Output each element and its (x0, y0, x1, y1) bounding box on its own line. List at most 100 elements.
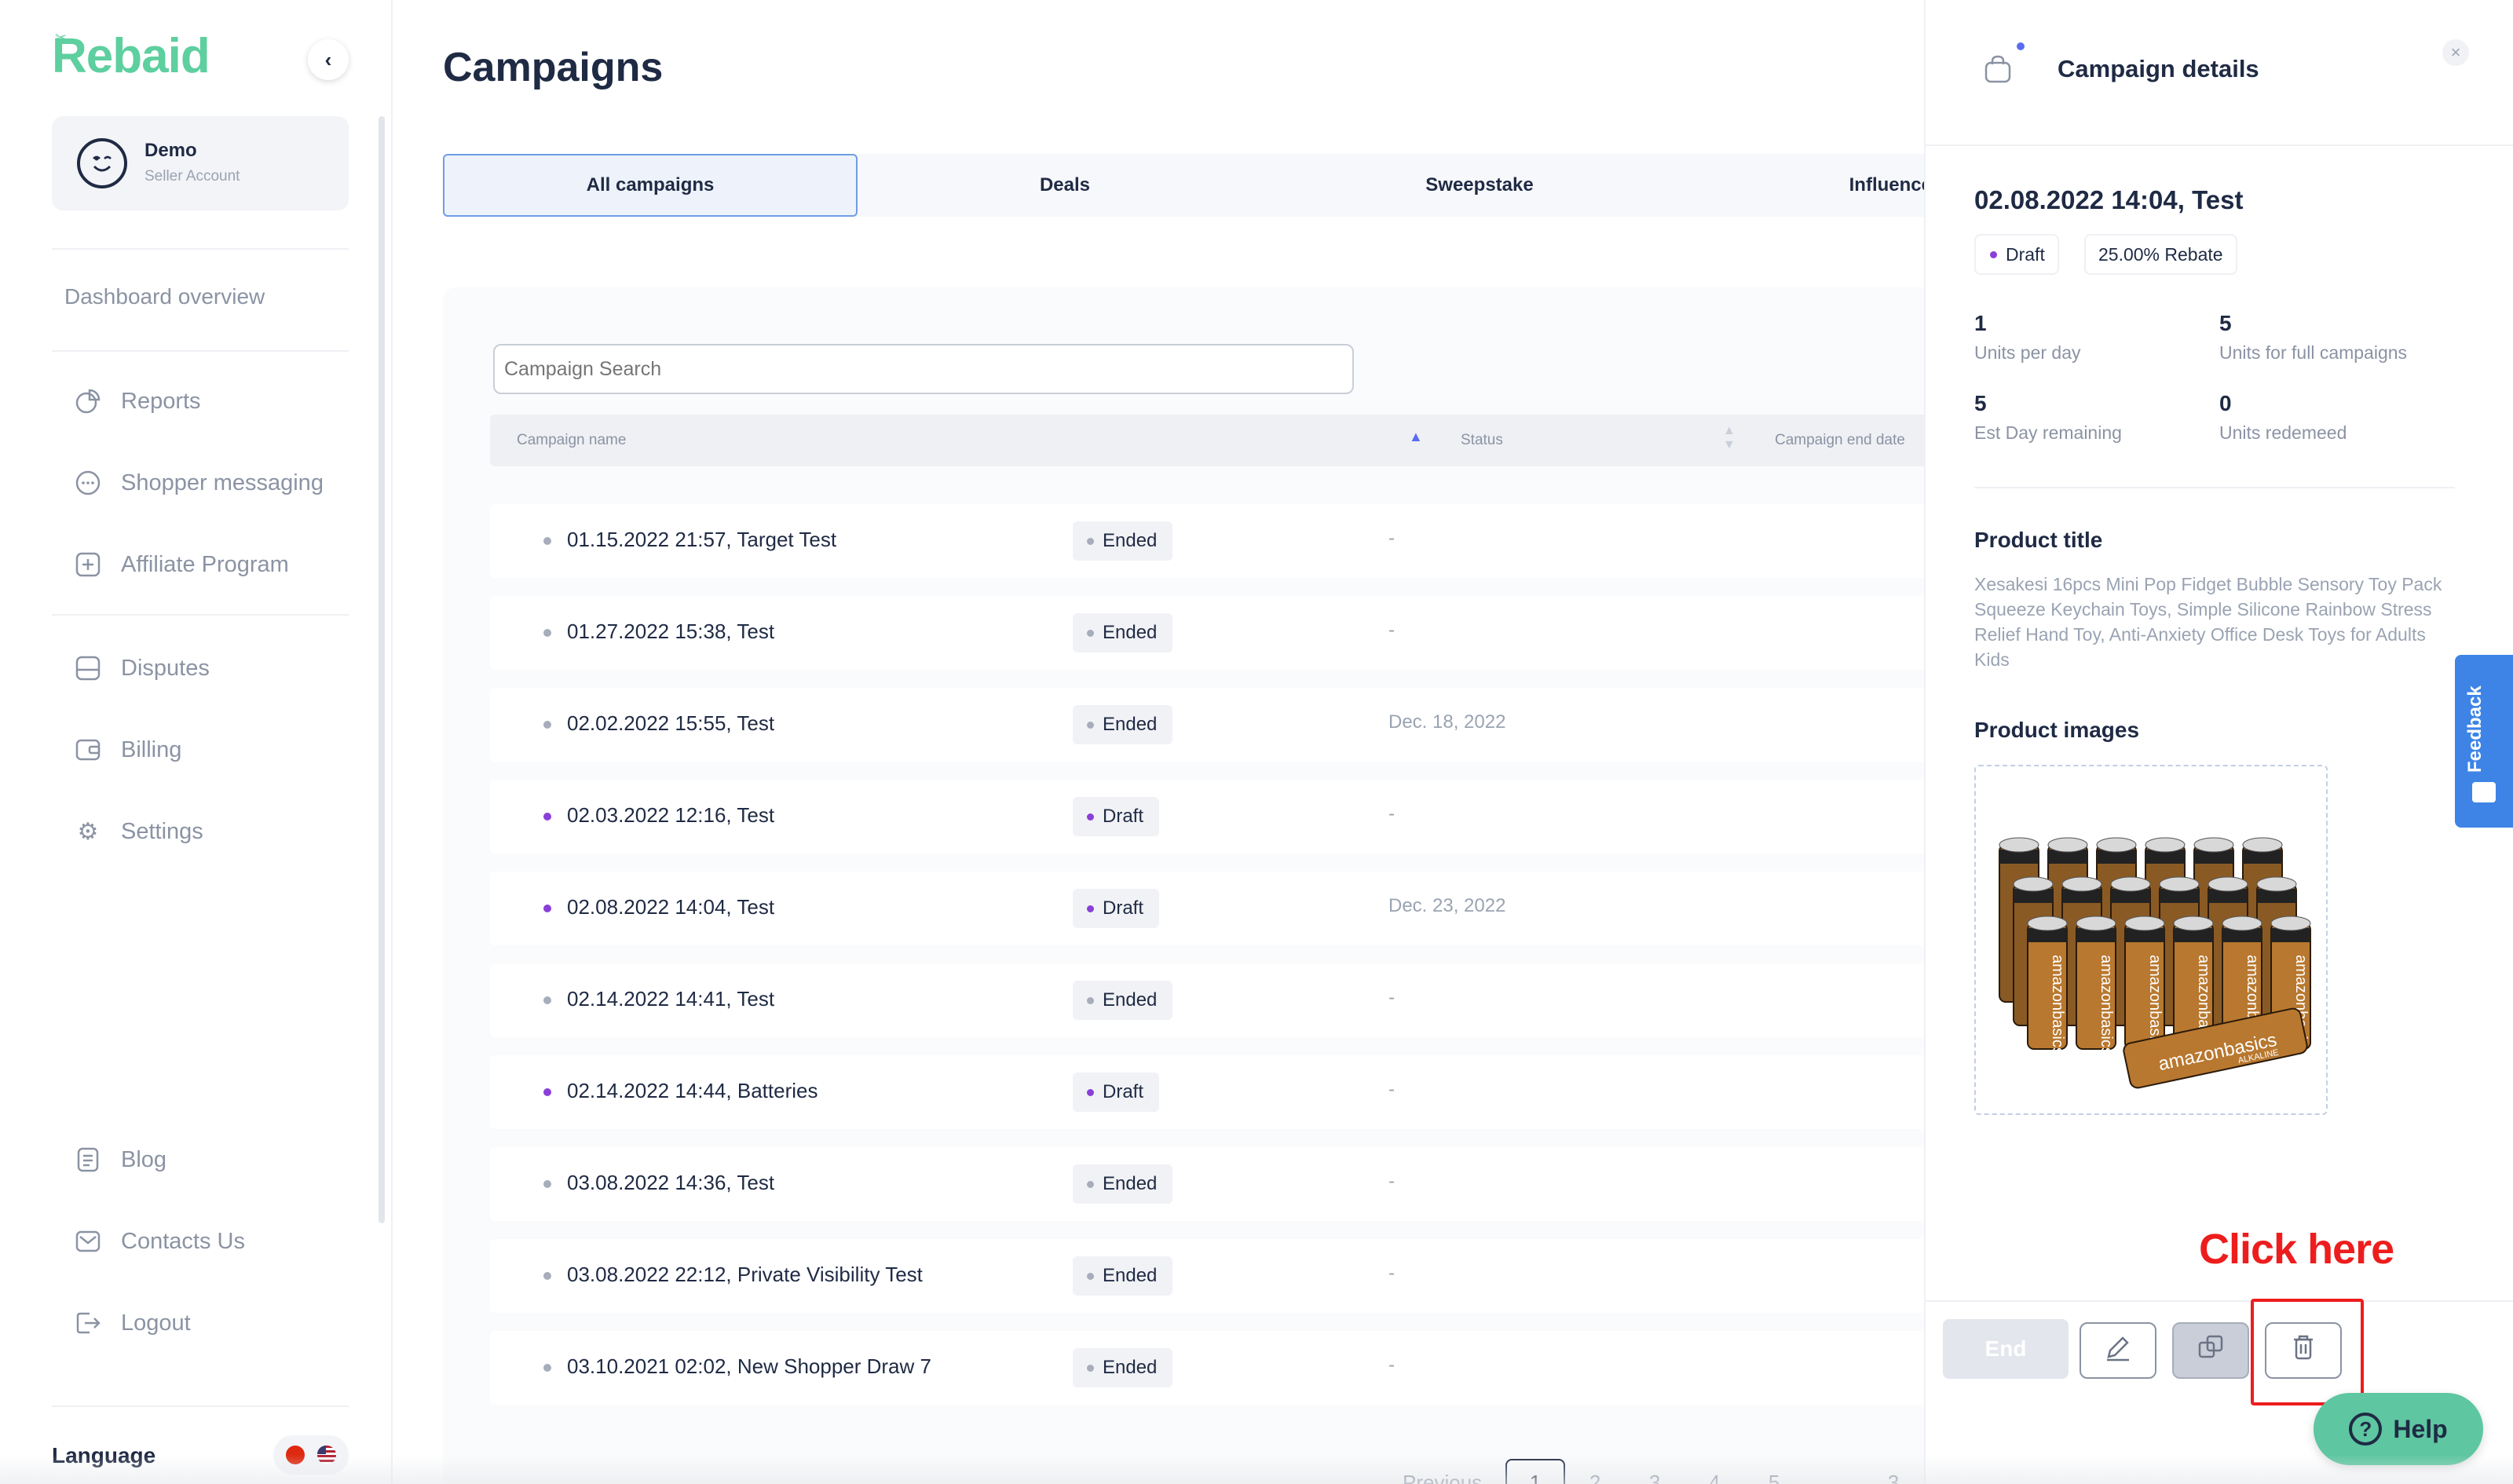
account-name: Demo (144, 140, 197, 161)
pagination: Previous 1 2 3 4 5 ... 3 (1403, 1459, 1923, 1484)
close-icon[interactable]: × (2442, 39, 2469, 66)
collapse-sidebar-button[interactable]: ‹ (308, 39, 349, 80)
stat-value: 5 (2219, 311, 2232, 335)
duplicate-button[interactable] (2172, 1322, 2249, 1379)
sidebar-divider (52, 350, 349, 352)
table-row[interactable]: 03.08.2022 14:36, Test Ended - (490, 1147, 1924, 1221)
pagination-previous[interactable]: Previous (1403, 1471, 1482, 1484)
sidebar-item-blog[interactable]: Blog (72, 1140, 166, 1179)
page-button[interactable]: 1 (1505, 1459, 1566, 1484)
tab-influencer[interactable]: Influencer (1687, 154, 1924, 217)
page-button[interactable]: 3 (1864, 1459, 1923, 1484)
column-header-campaign-name[interactable]: Campaign name (517, 415, 626, 466)
table-row[interactable]: 02.03.2022 12:16, Test Draft - (490, 780, 1924, 853)
language-switcher[interactable] (273, 1435, 349, 1475)
table-row[interactable]: 03.08.2022 22:12, Private Visibility Tes… (490, 1239, 1924, 1313)
campaign-name-cell[interactable]: 01.27.2022 15:38, Test (567, 620, 774, 644)
sidebar-scrollbar[interactable] (379, 116, 385, 1223)
campaign-name-cell[interactable]: 01.15.2022 21:57, Target Test (567, 528, 836, 552)
rebate-badge: 25.00% Rebate (2084, 234, 2237, 275)
sidebar-item-settings[interactable]: ⚙ Settings (72, 812, 203, 851)
account-card[interactable]: Demo Seller Account (52, 116, 349, 210)
help-label: Help (2393, 1414, 2448, 1443)
status-badge: Draft (1073, 889, 1160, 928)
sidebar-item-label: Shopper messaging (121, 470, 324, 495)
battery-cell: amazonbasics (2027, 916, 2068, 1055)
campaign-details-panel: Campaign details × 02.08.2022 14:04, Tes… (1924, 0, 2513, 1484)
campaign-name-cell[interactable]: 02.14.2022 14:44, Batteries (567, 1079, 818, 1103)
page-button[interactable]: 4 (1684, 1459, 1744, 1484)
sidebar-item-disputes[interactable]: Disputes (72, 649, 210, 688)
column-header-status[interactable]: Status (1461, 415, 1503, 466)
logout-icon (72, 1307, 104, 1339)
sidebar-item-dashboard-overview[interactable]: Dashboard overview (64, 284, 265, 309)
details-footer-divider (1926, 1300, 2513, 1302)
page-button[interactable]: 5 (1744, 1459, 1804, 1484)
sidebar-item-label: Reports (121, 388, 201, 414)
table-row[interactable]: 02.14.2022 14:41, Test Ended - (490, 963, 1924, 1037)
china-flag-icon[interactable] (286, 1446, 305, 1464)
campaign-name-cell[interactable]: 02.03.2022 12:16, Test (567, 803, 774, 828)
campaign-name-cell[interactable]: 03.10.2021 02:02, New Shopper Draw 7 (567, 1354, 931, 1379)
campaign-name-cell[interactable]: 03.08.2022 22:12, Private Visibility Tes… (567, 1263, 923, 1287)
notification-dot (2017, 42, 2025, 50)
sidebar-item-shopper-messaging[interactable]: Shopper messaging (72, 463, 324, 503)
campaign-name-cell[interactable]: 03.08.2022 14:36, Test (567, 1171, 774, 1195)
campaign-search-input[interactable] (493, 344, 1354, 394)
sidebar-item-label: Contacts Us (121, 1228, 245, 1254)
page-button[interactable]: 3 (1625, 1459, 1684, 1484)
sidebar-item-label: Affiliate Program (121, 551, 289, 577)
plus-square-icon (72, 549, 104, 580)
wallet-icon (72, 734, 104, 766)
end-date-cell: - (1388, 1171, 1395, 1192)
tab-deals[interactable]: Deals (858, 154, 1272, 217)
tab-all-campaigns[interactable]: All campaigns (443, 154, 858, 217)
table-row[interactable]: 01.15.2022 21:57, Target Test Ended - (490, 504, 1924, 578)
status-badge: Draft (1073, 797, 1160, 836)
language-label: Language (52, 1443, 156, 1468)
delete-highlight-box (2251, 1299, 2364, 1405)
end-date-cell: - (1388, 987, 1395, 1008)
feedback-tab[interactable]: Feedback (2455, 655, 2513, 828)
sidebar-item-label: Settings (121, 818, 203, 844)
sidebar-item-label: Blog (121, 1146, 167, 1172)
rebaid-logo[interactable]: ✂ Rebaid (52, 28, 210, 84)
campaign-name-cell[interactable]: 02.14.2022 14:41, Test (567, 987, 774, 1011)
sidebar-item-affiliate-program[interactable]: Affiliate Program (72, 545, 289, 584)
campaign-name-cell[interactable]: 02.02.2022 15:55, Test (567, 711, 774, 736)
us-flag-icon[interactable] (317, 1446, 336, 1464)
product-images-label: Product images (1974, 718, 2140, 742)
product-title-text: Xesakesi 16pcs Mini Pop Fidget Bubble Se… (1974, 574, 2442, 670)
table-row[interactable]: 02.14.2022 14:44, Batteries Draft - (490, 1055, 1924, 1129)
campaign-name-cell[interactable]: 02.08.2022 14:04, Test (567, 895, 774, 919)
status-badge: Draft (1073, 1073, 1160, 1112)
table-row[interactable]: 02.08.2022 14:04, Test Draft Dec. 23, 2022 (490, 872, 1924, 945)
sidebar-item-billing[interactable]: Billing (72, 730, 181, 769)
sidebar-item-reports[interactable]: Reports (72, 382, 201, 421)
table-row[interactable]: 03.10.2021 02:02, New Shopper Draw 7 Ende… (490, 1331, 1924, 1405)
sort-toggle-icon[interactable]: ▲ ▼ (1723, 424, 1736, 452)
click-here-annotation: Click here (2199, 1226, 2394, 1273)
scissors-icon: ✂ (55, 30, 67, 46)
product-image[interactable]: amazonbasics amazonbasics amazonbasics amaz… (1974, 765, 2328, 1115)
smiley-avatar-icon (77, 138, 127, 188)
page-button[interactable]: 2 (1565, 1459, 1625, 1484)
end-date-cell: - (1388, 528, 1395, 549)
table-row[interactable]: 02.02.2022 15:55, Test Ended Dec. 18, 2022 (490, 688, 1924, 762)
column-header-end-date[interactable]: Campaign end date (1775, 415, 1905, 466)
help-button[interactable]: ? Help (2314, 1393, 2483, 1465)
sort-up-icon[interactable]: ▲ (1409, 429, 1423, 445)
main-content: Campaigns All campaigns Deals Sweepstake… (393, 0, 1924, 1484)
edit-button[interactable] (2080, 1322, 2156, 1379)
table-row[interactable]: 01.27.2022 15:38, Test Ended - (490, 596, 1924, 670)
end-campaign-button[interactable]: End (1943, 1319, 2069, 1379)
account-role: Seller Account (144, 168, 240, 185)
feedback-label: Feedback (2464, 685, 2486, 773)
details-header-title: Campaign details (2058, 55, 2259, 82)
sidebar-item-logout[interactable]: Logout (72, 1303, 191, 1343)
row-status-dot (543, 629, 551, 637)
status-badge: Draft (1974, 234, 2059, 275)
tab-sweepstake[interactable]: Sweepstake (1272, 154, 1687, 217)
stat-label: Units per day (1974, 342, 2081, 363)
sidebar-item-contacts-us[interactable]: Contacts Us (72, 1222, 245, 1261)
